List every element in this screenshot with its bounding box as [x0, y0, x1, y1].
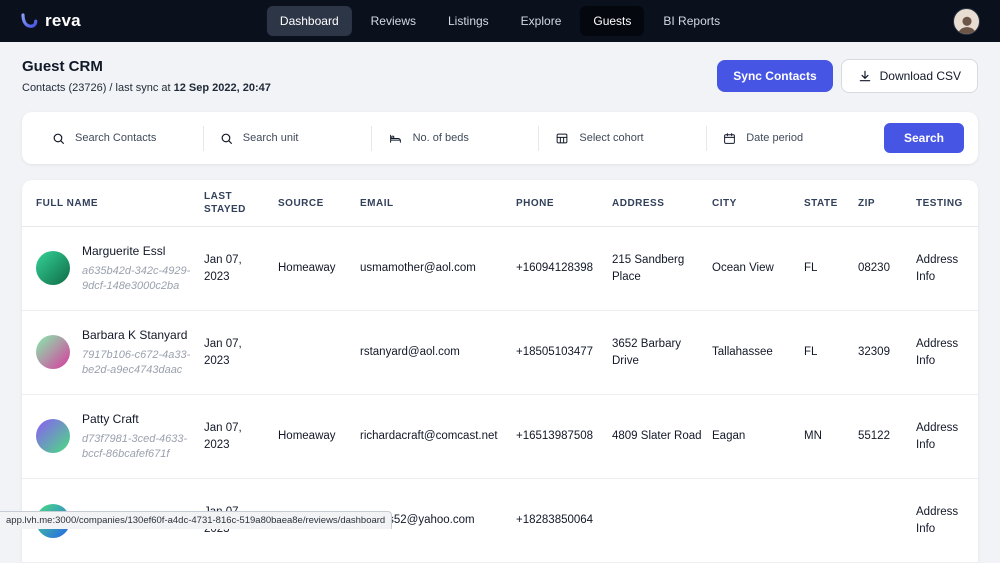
cell-phone: +16513987508: [516, 428, 612, 445]
nav-item-bi-reports[interactable]: BI Reports: [650, 6, 733, 36]
cell-zip: 55122: [858, 428, 916, 445]
reva-logo-icon: [20, 12, 38, 30]
nav-item-reviews[interactable]: Reviews: [358, 6, 429, 36]
cell-state: FL: [804, 260, 858, 277]
brand[interactable]: reva: [20, 11, 81, 31]
cell-last-stayed: Jan 07, 2023: [204, 420, 278, 453]
contact-uuid: 7917b106-c672-4a33-be2d-a9ec4743daac: [82, 348, 194, 378]
contact-name: Patty Craft: [82, 411, 194, 428]
cell-last-stayed: Jan 07, 2023: [204, 336, 278, 369]
cell-address: 215 Sandberg Place: [612, 252, 712, 285]
search-icon: [220, 132, 233, 145]
download-icon: [858, 69, 872, 83]
cell-zip: 08230: [858, 260, 916, 277]
brand-name: reva: [45, 11, 81, 31]
cell-phone: +18283850064: [516, 512, 612, 529]
search-unit-placeholder: Search unit: [243, 132, 299, 144]
cell-phone: +16094128398: [516, 260, 612, 277]
table-header-row: Full Name Last Stayed Source Email Phone…: [22, 180, 978, 227]
download-csv-label: Download CSV: [880, 69, 961, 83]
cell-source: Homeaway: [278, 260, 360, 277]
nav-item-explore[interactable]: Explore: [508, 6, 575, 36]
beds-input[interactable]: No. of beds: [371, 126, 539, 151]
nav-item-guests[interactable]: Guests: [580, 6, 644, 36]
filter-bar: Search Contacts Search unit No. of beds …: [22, 112, 978, 164]
cell-address: 4809 Slater Road: [612, 428, 712, 445]
table-row[interactable]: Marguerite Essl a635b42d-342c-4929-9dcf-…: [22, 227, 978, 311]
cell-city: Eagan: [712, 428, 804, 445]
cell-address: 3652 Barbary Drive: [612, 336, 712, 369]
cohort-placeholder: Select cohort: [579, 132, 643, 144]
contacts-table: Full Name Last Stayed Source Email Phone…: [22, 180, 978, 563]
col-zip: Zip: [858, 180, 916, 226]
download-csv-button[interactable]: Download CSV: [841, 59, 978, 93]
search-contacts-input[interactable]: Search Contacts: [36, 126, 203, 151]
person-icon: [956, 14, 978, 34]
sync-contacts-button[interactable]: Sync Contacts: [717, 60, 832, 92]
cell-phone: +18505103477: [516, 344, 612, 361]
last-sync-date: 12 Sep 2022, 20:47: [174, 82, 271, 94]
cell-testing: Address Info: [916, 252, 968, 285]
contact-name: Barbara K Stanyard: [82, 327, 194, 344]
contact-avatar: [36, 335, 70, 369]
col-phone: Phone: [516, 180, 612, 226]
col-email: Email: [360, 180, 516, 226]
cell-last-stayed: Jan 07, 2023: [204, 252, 278, 285]
table-row[interactable]: Patty Craft d73f7981-3ced-4633-bccf-86bc…: [22, 395, 978, 479]
cell-state: MN: [804, 428, 858, 445]
date-period-input[interactable]: Date period: [706, 126, 874, 151]
col-testing: Testing: [916, 180, 971, 226]
search-icon: [52, 132, 65, 145]
cohort-select[interactable]: Select cohort: [538, 126, 706, 151]
col-address: Address: [612, 180, 712, 226]
bed-icon: [388, 132, 403, 145]
main-nav: Dashboard Reviews Listings Explore Guest…: [267, 6, 733, 36]
cell-email: rstanyard@aol.com: [360, 344, 516, 361]
cell-city: Tallahassee: [712, 344, 804, 361]
col-city: City: [712, 180, 804, 226]
sync-status-text: Contacts (23726) / last sync at 12 Sep 2…: [22, 82, 271, 94]
contact-uuid: d73f7981-3ced-4633-bccf-86bcafef671f: [82, 432, 194, 462]
contact-avatar: [36, 251, 70, 285]
page-title: Guest CRM: [22, 58, 271, 75]
calendar-icon: [723, 132, 736, 145]
col-full-name: Full Name: [36, 180, 204, 226]
cell-city: Ocean View: [712, 260, 804, 277]
page-header: Guest CRM Contacts (23726) / last sync a…: [22, 58, 978, 94]
cell-testing: Address Info: [916, 504, 968, 537]
search-contacts-placeholder: Search Contacts: [75, 132, 156, 144]
cell-zip: 32309: [858, 344, 916, 361]
col-source: Source: [278, 180, 360, 226]
beds-placeholder: No. of beds: [413, 132, 469, 144]
cell-email: richardacraft@comcast.net: [360, 428, 516, 445]
cell-testing: Address Info: [916, 336, 968, 369]
browser-link-preview: app.lvh.me:3000/companies/130ef60f-a4dc-…: [0, 511, 392, 529]
cell-source: Homeaway: [278, 428, 360, 445]
nav-item-dashboard[interactable]: Dashboard: [267, 6, 352, 36]
cell-state: FL: [804, 344, 858, 361]
contact-avatar: [36, 419, 70, 453]
table-row[interactable]: Barbara K Stanyard 7917b106-c672-4a33-be…: [22, 311, 978, 395]
user-avatar[interactable]: [953, 8, 980, 35]
cohort-icon: [555, 132, 569, 145]
nav-item-listings[interactable]: Listings: [435, 6, 502, 36]
date-period-placeholder: Date period: [746, 132, 803, 144]
top-navbar: reva Dashboard Reviews Listings Explore …: [0, 0, 1000, 42]
cell-email: usmamother@aol.com: [360, 260, 516, 277]
contact-name: Marguerite Essl: [82, 243, 194, 260]
col-state: State: [804, 180, 858, 226]
cell-testing: Address Info: [916, 420, 968, 453]
search-button[interactable]: Search: [884, 123, 964, 153]
contacts-count: Contacts (23726) / last sync at: [22, 82, 174, 94]
col-last-stayed: Last Stayed: [204, 180, 278, 226]
contact-uuid: a635b42d-342c-4929-9dcf-148e3000c2ba: [82, 264, 194, 294]
search-unit-input[interactable]: Search unit: [203, 126, 371, 151]
